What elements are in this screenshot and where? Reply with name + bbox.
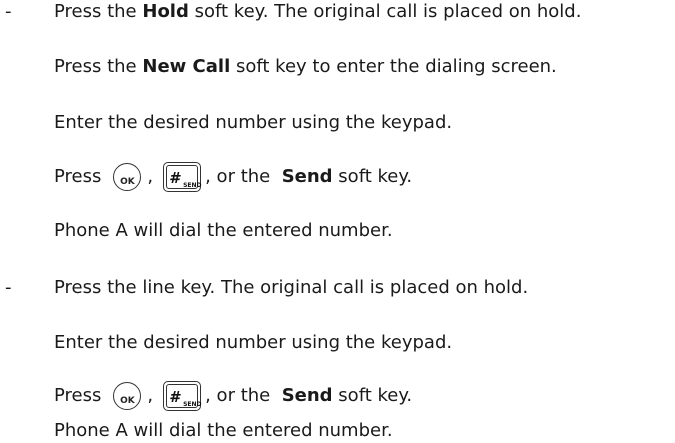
hash-send-key-icon: # SEND bbox=[163, 162, 202, 192]
instruction-enter-number: Enter the desired number using the keypa… bbox=[54, 332, 453, 353]
text: soft key. The original call is placed on… bbox=[194, 1, 582, 22]
text: soft key to enter the dialing screen. bbox=[235, 56, 557, 77]
instruction-line-key: Press the line key. The original call is… bbox=[54, 277, 529, 298]
instruction-new-call: Press the New Call soft key to enter the… bbox=[54, 55, 557, 79]
new-call-key-label: New Call bbox=[142, 56, 231, 77]
text: , or the bbox=[205, 385, 276, 406]
instruction-phone-dial: Phone A will dial the entered number. bbox=[54, 420, 393, 441]
bullet-2: - bbox=[5, 277, 12, 298]
text: Press the bbox=[54, 56, 137, 77]
instruction-hold: Press the Hold soft key. The original ca… bbox=[54, 0, 581, 24]
instruction-enter-number: Enter the desired number using the keypa… bbox=[54, 112, 453, 133]
hash-send-key-icon: # SEND bbox=[163, 381, 202, 411]
instruction-press-send: Press OK , # SEND , or the Send soft key… bbox=[54, 162, 412, 192]
ok-key-icon: OK bbox=[113, 163, 142, 191]
send-key-label: Send bbox=[281, 166, 333, 187]
instruction-phone-dial: Phone A will dial the entered number. bbox=[54, 220, 393, 241]
text: Press bbox=[54, 385, 102, 406]
text: , bbox=[147, 166, 154, 187]
text: , or the bbox=[205, 166, 276, 187]
bullet-1: - bbox=[5, 1, 12, 22]
send-key-label: Send bbox=[281, 385, 333, 406]
text: soft key. bbox=[338, 385, 413, 406]
ok-key-icon: OK bbox=[113, 382, 142, 410]
hold-key-label: Hold bbox=[142, 1, 189, 22]
text: Press the bbox=[54, 1, 137, 22]
text: Press bbox=[54, 166, 102, 187]
text: , bbox=[147, 385, 154, 406]
instruction-press-send: Press OK , # SEND , or the Send soft key… bbox=[54, 381, 412, 411]
text: soft key. bbox=[338, 166, 413, 187]
